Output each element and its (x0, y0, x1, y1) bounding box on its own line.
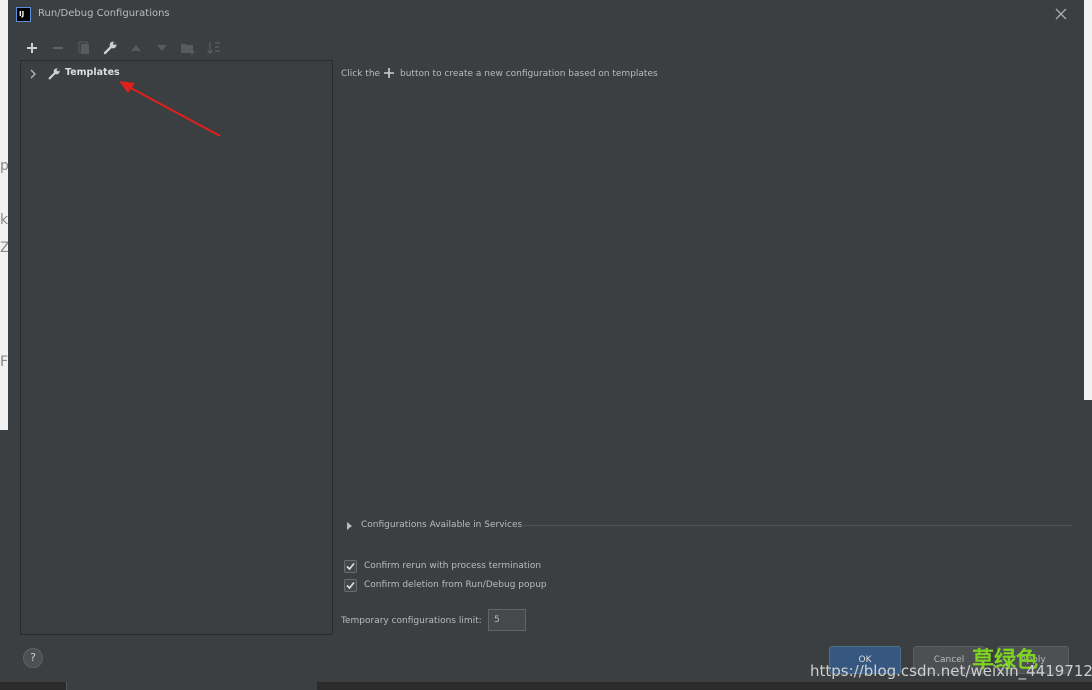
help-button[interactable]: ? (23, 648, 43, 668)
annotation-arrow-icon (119, 81, 221, 137)
checkbox-label: Confirm deletion from Run/Debug popup (364, 580, 547, 590)
minus-icon[interactable] (48, 38, 68, 58)
background-app-left-edge-dark (0, 430, 8, 690)
background-app-bottom-tab (66, 682, 317, 690)
section-divider (519, 525, 1072, 526)
hint-text-suffix: button to create a new configuration bas… (400, 69, 658, 79)
temp-limit-field[interactable]: 5 (488, 609, 526, 631)
close-icon[interactable] (1052, 5, 1070, 23)
services-section-label: Configurations Available in Services (361, 520, 523, 530)
background-text-fragment: F (0, 354, 9, 370)
temp-limit-label: Temporary configurations limit: (341, 616, 482, 626)
background-text-fragment: k (0, 212, 9, 228)
checkbox[interactable] (344, 579, 357, 592)
checkmark-icon (346, 581, 355, 590)
checkmark-icon (346, 562, 355, 571)
chevron-right-icon[interactable] (28, 68, 38, 80)
tree-item-label: Templates (65, 67, 120, 78)
background-app-right-edge-dark (1084, 400, 1092, 690)
wrench-icon (48, 68, 60, 80)
triangle-right-icon (347, 522, 352, 530)
hint-text-prefix: Click the (341, 69, 381, 79)
copy-icon[interactable] (74, 38, 94, 58)
plus-icon (384, 68, 394, 78)
dialog-titlebar: IJ Run/Debug Configurations (8, 0, 1084, 30)
checkbox[interactable] (344, 560, 357, 573)
arrow-down-icon[interactable] (152, 38, 172, 58)
configurations-tree: Templates (20, 60, 333, 635)
arrow-up-icon[interactable] (126, 38, 146, 58)
run-debug-configurations-dialog: IJ Run/Debug Configurations Templates Cl… (8, 0, 1084, 682)
wrench-icon[interactable] (100, 38, 120, 58)
configuration-details-panel: Click the button to create a new configu… (341, 60, 1076, 640)
watermark-url: https://blog.csdn.net/weixin_44197120 (810, 662, 1092, 680)
sort-icon[interactable] (204, 38, 224, 58)
folder-add-icon[interactable] (178, 38, 198, 58)
plus-icon[interactable] (22, 38, 42, 58)
services-section-toggle[interactable]: Configurations Available in Services (341, 519, 1076, 533)
intellij-logo-icon: IJ (16, 7, 31, 22)
checkbox-label: Confirm rerun with process termination (364, 561, 542, 571)
background-app-right-edge (1084, 0, 1092, 400)
dialog-title: Run/Debug Configurations (38, 8, 170, 19)
